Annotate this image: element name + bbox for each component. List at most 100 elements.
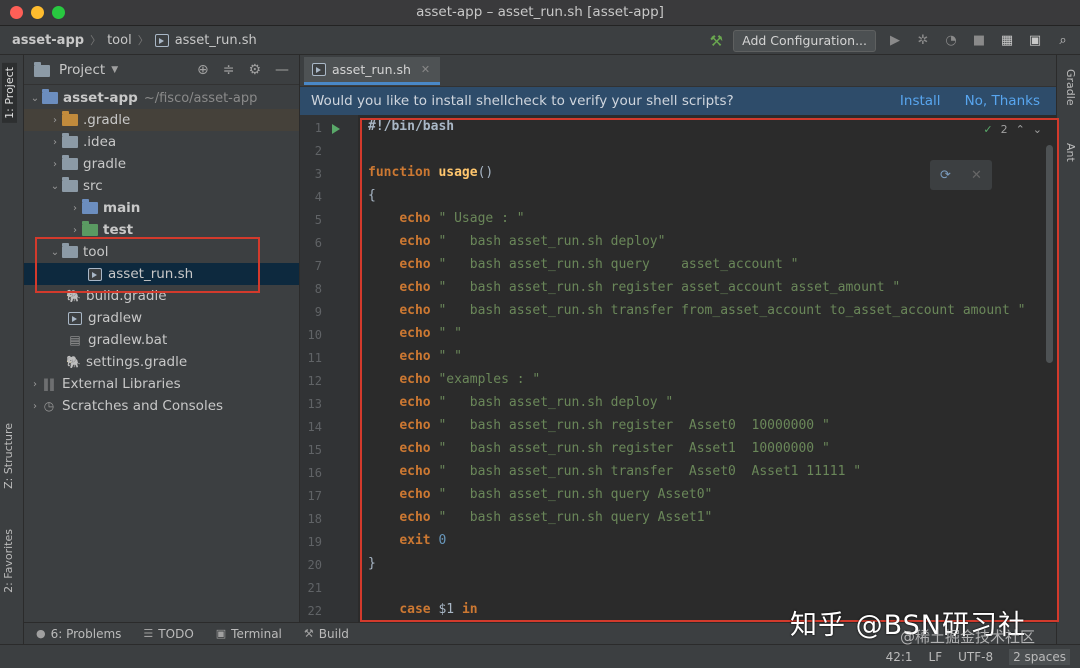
folder-icon (62, 111, 78, 126)
ant-tool-tab[interactable]: Ant (1064, 143, 1077, 162)
watermark-sub: @稀土掘金技术社区 (900, 628, 1036, 646)
gear-icon[interactable]: ⚙ (248, 62, 261, 78)
tree-item-idea[interactable]: › .idea (24, 131, 299, 153)
inspection-widget[interactable]: ✓ 2 ⌃ ⌄ (983, 123, 1042, 136)
tree-item-label: asset_run.sh (108, 266, 194, 282)
chevron-down-icon[interactable]: ⌄ (48, 247, 62, 258)
gradle-load-icon[interactable]: ⟳ (940, 168, 951, 183)
add-configuration-button[interactable]: Add Configuration... (733, 30, 876, 52)
file-encoding[interactable]: UTF-8 (958, 650, 993, 664)
project-folder-icon (34, 62, 50, 77)
collapse-icon[interactable]: ≑ (223, 62, 235, 78)
no-thanks-link[interactable]: No, Thanks (965, 93, 1040, 109)
tree-item-gradle[interactable]: › gradle (24, 153, 299, 175)
problems-tool-button[interactable]: ● 6: Problems (36, 627, 121, 641)
close-icon[interactable]: ✕ (421, 63, 430, 76)
todo-tool-button[interactable]: ☰ TODO (143, 627, 193, 641)
code-editor[interactable]: ✓ 2 ⌃ ⌄ ⟳ ✕ #!/bin/bash function usage() {… (358, 115, 1056, 622)
breadcrumb-project[interactable]: asset-app (12, 33, 84, 48)
chevron-down-icon[interactable]: ⌄ (28, 93, 42, 104)
tree-item-test[interactable]: › test (24, 219, 299, 241)
run-icon[interactable] (332, 124, 340, 134)
stop-icon[interactable]: ■ (970, 32, 988, 50)
line-number: 15 (307, 443, 322, 457)
chevron-up-icon[interactable]: ⌃ (1016, 123, 1025, 136)
run-icon[interactable]: ▶ (886, 32, 904, 50)
line-number: 3 (314, 167, 322, 181)
coverage-icon[interactable]: ◔ (942, 32, 960, 50)
chevron-right-icon[interactable]: › (68, 203, 82, 214)
check-icon: ✓ (983, 123, 993, 136)
code-line: echo " bash asset_run.sh deploy" (399, 234, 666, 249)
chevron-right-icon[interactable]: › (48, 159, 62, 170)
code-line: function usage() (368, 165, 494, 180)
structure-tool-tab[interactable]: Z: Structure (2, 423, 15, 489)
library-icon: ‖‖ (43, 377, 55, 391)
tree-item-path: ~/fisco/asset-app (143, 90, 258, 106)
tree-item-main[interactable]: › main (24, 197, 299, 219)
scratches-icon: ◷ (43, 399, 55, 413)
editor-gutter: 1 2 3 4 5 6 7 8 9 10 11 12 13 14 15 16 1… (300, 115, 358, 622)
hammer-icon[interactable]: ⚒ (710, 32, 723, 50)
code-line: } (368, 556, 376, 571)
shell-file-icon (154, 33, 169, 47)
line-number: 4 (314, 190, 322, 204)
gradle-tool-tab[interactable]: Gradle (1064, 69, 1077, 106)
chevron-right-icon[interactable]: › (28, 401, 42, 412)
close-icon[interactable]: ✕ (971, 168, 982, 183)
tree-item-asset-run-sh[interactable]: asset_run.sh (24, 263, 299, 285)
install-link[interactable]: Install (900, 93, 941, 109)
breadcrumb-file[interactable]: asset_run.sh (175, 33, 257, 48)
line-separator[interactable]: LF (929, 650, 943, 664)
tree-item-tool[interactable]: ⌄ tool (24, 241, 299, 263)
tree-item-root[interactable]: ⌄ asset-app ~/fisco/asset-app (24, 87, 299, 109)
build-tool-button[interactable]: ⚒ Build (304, 627, 349, 641)
code-line: echo " bash asset_run.sh register Asset1… (399, 441, 830, 456)
code-line: echo " " (399, 349, 462, 364)
debug-icon[interactable]: ✲ (914, 32, 932, 50)
chevron-right-icon[interactable]: › (28, 379, 42, 390)
chevron-down-icon[interactable]: ⌄ (48, 181, 62, 192)
tree-item-label: test (103, 222, 134, 238)
chevron-down-icon[interactable]: ▼ (111, 65, 118, 75)
cursor-position[interactable]: 42:1 (886, 650, 913, 664)
tree-item-gradlew[interactable]: gradlew (24, 307, 299, 329)
vertical-scrollbar[interactable] (1046, 145, 1053, 363)
tree-item-gradle-dir[interactable]: › .gradle (24, 109, 299, 131)
source-folder-icon (82, 199, 98, 214)
chevron-right-icon[interactable]: › (68, 225, 82, 236)
search-icon[interactable]: ⌕ (1054, 32, 1072, 50)
favorites-tool-tab[interactable]: 2: Favorites (2, 529, 15, 593)
code-line: echo " bash asset_run.sh transfer Asset0… (399, 464, 862, 479)
problems-icon: ● (36, 627, 46, 640)
chevron-right-icon[interactable]: › (48, 137, 62, 148)
tree-item-settings-gradle[interactable]: 🐘 settings.gradle (24, 351, 299, 373)
tree-item-scratches[interactable]: › ◷ Scratches and Consoles (24, 395, 299, 417)
code-line: echo " bash asset_run.sh query Asset0" (399, 487, 713, 502)
todo-icon: ☰ (143, 627, 154, 640)
gradle-file-icon: 🐘 (66, 289, 81, 303)
breadcrumb-folder[interactable]: tool (107, 33, 132, 48)
tree-item-src[interactable]: ⌄ src (24, 175, 299, 197)
indent-setting[interactable]: 2 spaces (1009, 649, 1070, 665)
tree-item-label: tool (83, 244, 109, 260)
project-tool-tab[interactable]: 1: Project (2, 63, 17, 123)
hide-icon[interactable]: — (275, 62, 289, 78)
chevron-down-icon[interactable]: ⌄ (1033, 123, 1042, 136)
shellcheck-banner: Would you like to install shellcheck to … (300, 87, 1056, 115)
title-bar: asset-app – asset_run.sh [asset-app] (0, 0, 1080, 26)
terminal-icon[interactable]: ▣ (1026, 32, 1044, 50)
project-structure-icon[interactable]: ▦ (998, 32, 1016, 50)
inspection-count: 2 (1000, 123, 1008, 136)
target-icon[interactable]: ⊕ (197, 62, 209, 78)
project-view-selector[interactable]: Project (59, 62, 105, 78)
tree-item-build-gradle[interactable]: 🐘 build.gradle (24, 285, 299, 307)
tree-item-external-libraries[interactable]: › ‖‖ External Libraries (24, 373, 299, 395)
tree-item-gradlew-bat[interactable]: ▤ gradlew.bat (24, 329, 299, 351)
tree-item-label: settings.gradle (86, 354, 188, 370)
chevron-right-icon[interactable]: › (48, 115, 62, 126)
editor-tab-asset-run-sh[interactable]: asset_run.sh ✕ (304, 57, 441, 85)
toolbar-actions: ⚒ Add Configuration... ▶ ✲ ◔ ■ ▦ ▣ ⌕ (710, 30, 1072, 52)
floating-action-bar: ⟳ ✕ (930, 160, 992, 190)
terminal-tool-button[interactable]: ▣ Terminal (216, 627, 282, 641)
